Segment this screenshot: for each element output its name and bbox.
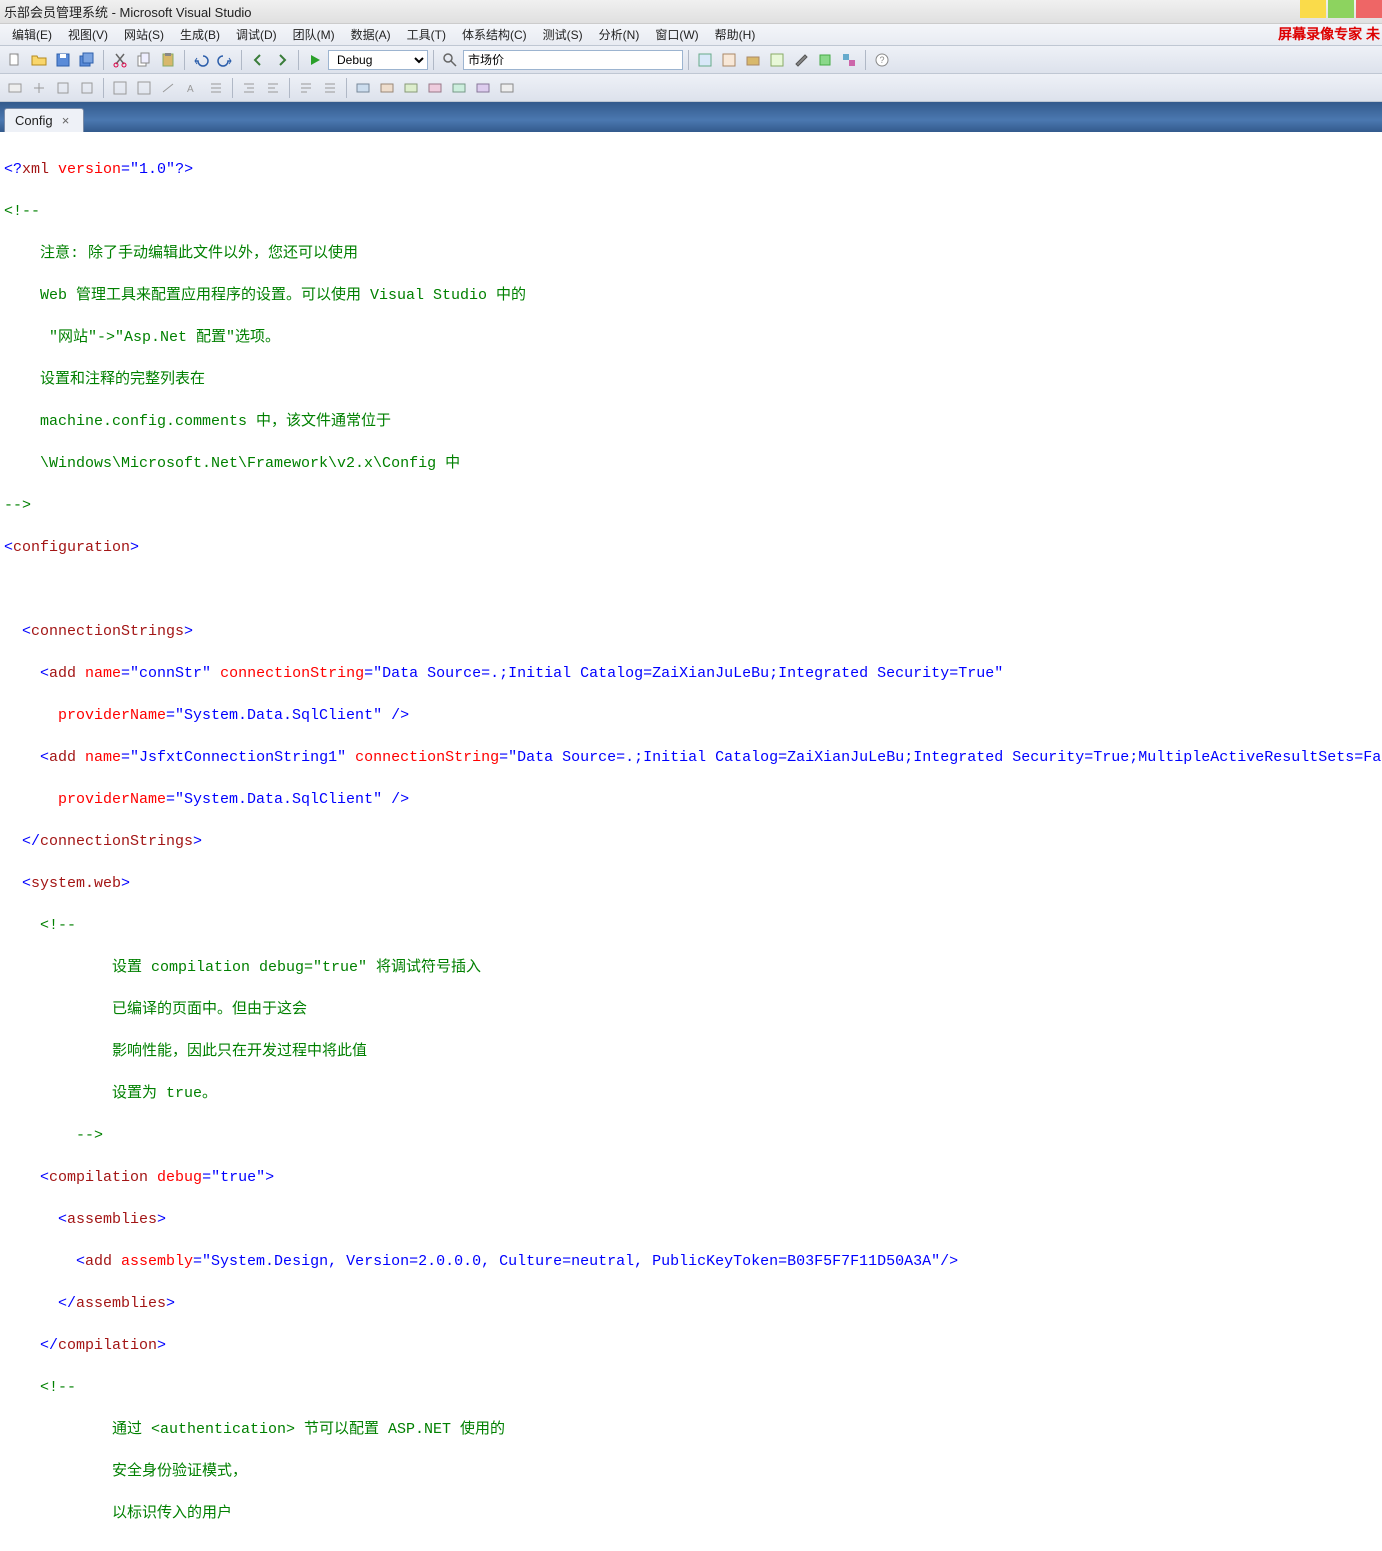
svg-text:A: A	[187, 84, 194, 95]
open-folder-icon[interactable]	[28, 49, 50, 71]
close-button[interactable]	[1356, 0, 1382, 18]
separator	[103, 50, 104, 70]
separator	[184, 50, 185, 70]
xml: <?	[4, 161, 22, 178]
minimize-button[interactable]	[1300, 0, 1326, 18]
tb2-icon[interactable]	[472, 77, 494, 99]
tb2-icon[interactable]	[352, 77, 374, 99]
screen-recorder-watermark: 屏幕录像专家 未	[1278, 24, 1380, 44]
code-editor[interactable]: <?xml version="1.0"?> <!-- 注意: 除了手动编辑此文件…	[0, 132, 1382, 1551]
menu-build[interactable]: 生成(B)	[172, 24, 228, 45]
save-icon[interactable]	[52, 49, 74, 71]
menu-test[interactable]: 测试(S)	[535, 24, 591, 45]
separator	[865, 50, 866, 70]
tab-config[interactable]: Config ×	[4, 108, 84, 132]
menu-data[interactable]: 数据(A)	[343, 24, 399, 45]
close-icon[interactable]: ×	[59, 114, 73, 128]
nav-back-icon[interactable]	[247, 49, 269, 71]
main-toolbar: Debug ?	[0, 46, 1382, 74]
window-title: 乐部会员管理系统 - Microsoft Visual Studio	[4, 2, 252, 21]
class-view-icon[interactable]	[766, 49, 788, 71]
tb2-icon[interactable]	[76, 77, 98, 99]
cut-icon[interactable]	[109, 49, 131, 71]
tb2-icon[interactable]	[400, 77, 422, 99]
menu-architecture[interactable]: 体系结构(C)	[454, 24, 535, 45]
tb2-icon[interactable]	[448, 77, 470, 99]
menu-window[interactable]: 窗口(W)	[647, 24, 706, 45]
separator	[103, 78, 104, 98]
nav-fwd-icon[interactable]	[271, 49, 293, 71]
copy-icon[interactable]	[133, 49, 155, 71]
properties-icon[interactable]	[718, 49, 740, 71]
find-combo[interactable]	[463, 50, 683, 70]
help-icon[interactable]: ?	[871, 49, 893, 71]
save-all-icon[interactable]	[76, 49, 98, 71]
menubar: 编辑(E) 视图(V) 网站(S) 生成(B) 调试(D) 团队(M) 数据(A…	[0, 24, 1382, 46]
tab-label: Config	[15, 113, 53, 128]
tools-icon[interactable]	[790, 49, 812, 71]
tb2-icon[interactable]	[109, 77, 131, 99]
config-combo[interactable]: Debug	[328, 50, 428, 70]
menu-tools[interactable]: 工具(T)	[399, 24, 454, 45]
titlebar: 乐部会员管理系统 - Microsoft Visual Studio	[0, 0, 1382, 24]
maximize-button[interactable]	[1328, 0, 1354, 18]
indent-icon[interactable]	[238, 77, 260, 99]
new-file-icon[interactable]	[4, 49, 26, 71]
solution-explorer-icon[interactable]	[694, 49, 716, 71]
menu-debug[interactable]: 调试(D)	[228, 24, 285, 45]
separator	[241, 50, 242, 70]
separator	[346, 78, 347, 98]
document-tabs: Config ×	[0, 102, 1382, 132]
tb2-icon[interactable]	[376, 77, 398, 99]
start-debug-icon[interactable]	[304, 49, 326, 71]
uncomment-icon[interactable]	[319, 77, 341, 99]
window-controls	[1298, 0, 1382, 18]
tb2-icon[interactable]	[4, 77, 26, 99]
menu-team[interactable]: 团队(M)	[285, 24, 343, 45]
tb2-icon[interactable]	[133, 77, 155, 99]
tb2-icon[interactable]	[496, 77, 518, 99]
separator	[289, 78, 290, 98]
separator	[298, 50, 299, 70]
separator	[433, 50, 434, 70]
redo-icon[interactable]	[214, 49, 236, 71]
separator	[232, 78, 233, 98]
extension-icon[interactable]	[814, 49, 836, 71]
tb2-icon[interactable]	[52, 77, 74, 99]
undo-icon[interactable]	[190, 49, 212, 71]
menu-website[interactable]: 网站(S)	[116, 24, 172, 45]
menu-view[interactable]: 视图(V)	[60, 24, 116, 45]
windows-icon[interactable]	[838, 49, 860, 71]
paste-icon[interactable]	[157, 49, 179, 71]
comment-icon[interactable]	[295, 77, 317, 99]
separator	[688, 50, 689, 70]
menu-edit[interactable]: 编辑(E)	[4, 24, 60, 45]
menu-help[interactable]: 帮助(H)	[707, 24, 764, 45]
tb2-icon[interactable]	[424, 77, 446, 99]
tb2-icon[interactable]	[28, 77, 50, 99]
menu-analyze[interactable]: 分析(N)	[591, 24, 648, 45]
find-icon[interactable]	[439, 49, 461, 71]
svg-text:?: ?	[879, 55, 884, 65]
toolbox-icon[interactable]	[742, 49, 764, 71]
tb2-icon[interactable]	[205, 77, 227, 99]
tb2-icon[interactable]: A	[181, 77, 203, 99]
outdent-icon[interactable]	[262, 77, 284, 99]
secondary-toolbar: A	[0, 74, 1382, 102]
tb2-icon[interactable]	[157, 77, 179, 99]
